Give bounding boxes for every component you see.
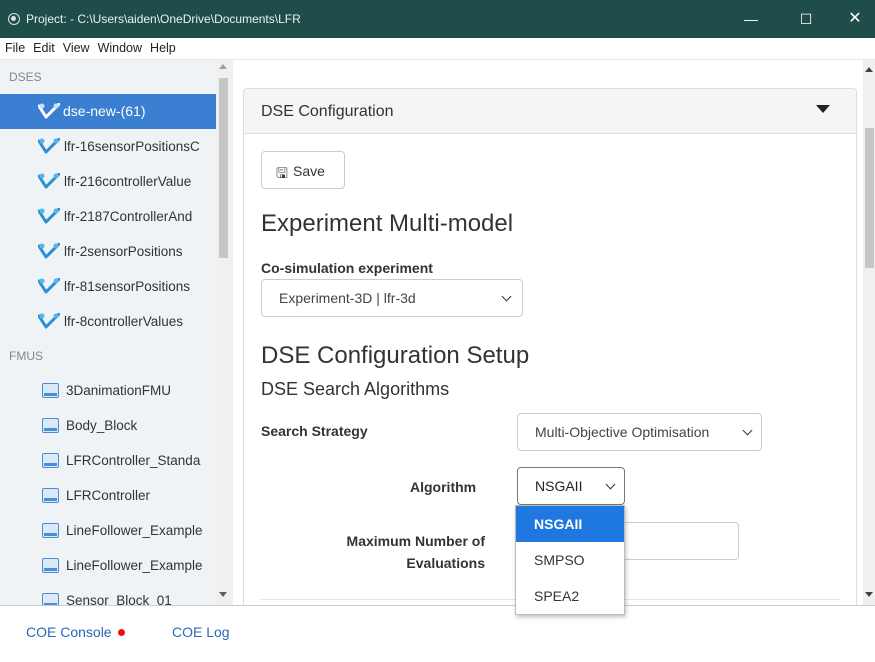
scroll-down-arrow-icon[interactable]	[219, 592, 227, 597]
panel-title: DSE Configuration	[261, 103, 394, 120]
scroll-up-arrow-icon[interactable]	[219, 64, 227, 69]
algorithm-option[interactable]: SPEA2	[516, 578, 624, 614]
coe-console-tab[interactable]: COE Console	[26, 624, 125, 640]
sidebar-item-label: lfr-216controllerValue	[64, 174, 192, 189]
search-strategy-value: Multi-Objective Optimisation	[535, 424, 710, 440]
dse-icon	[38, 173, 60, 189]
algorithm-value: NSGAII	[535, 478, 583, 494]
algorithm-option[interactable]: SMPSO	[516, 542, 624, 578]
dse-icon	[38, 278, 60, 294]
menu-window[interactable]: Window	[93, 38, 145, 55]
fmu-file-icon	[42, 523, 59, 538]
search-algorithms-heading: DSE Search Algorithms	[261, 379, 450, 399]
collapse-caret-icon[interactable]	[816, 105, 830, 113]
max-evaluations-label-line1: Maximum Number of	[346, 533, 485, 549]
sidebar-item-label: LFRController_Standa	[66, 453, 201, 468]
sidebar-fmu-item[interactable]: 3DanimationFMU	[0, 373, 216, 408]
scroll-up-arrow-icon[interactable]	[865, 67, 873, 72]
menu-view[interactable]: View	[58, 38, 93, 55]
sidebar-fmu-item[interactable]: Body_Block	[0, 408, 216, 443]
close-button[interactable]: ✕	[832, 0, 875, 38]
cosim-experiment-select[interactable]: Experiment-3D | lfr-3d	[261, 279, 523, 317]
max-evaluations-label: Maximum Number of Evaluations	[330, 530, 485, 574]
chevron-down-icon	[605, 479, 616, 490]
sidebar-scroll-thumb[interactable]	[219, 78, 228, 258]
max-evaluations-label-line2: Evaluations	[406, 555, 485, 571]
sidebar-item-label: 3DanimationFMU	[66, 383, 172, 398]
sidebar-item-label: LineFollower_Example	[66, 523, 203, 538]
search-strategy-select[interactable]: Multi-Objective Optimisation	[517, 413, 762, 451]
dse-icon	[38, 313, 60, 329]
cosim-experiment-value: Experiment-3D | lfr-3d	[279, 290, 416, 306]
setup-heading: DSE Configuration Setup	[261, 342, 530, 369]
experiment-heading: Experiment Multi-model	[261, 210, 514, 237]
window-title: Project: - C:\Users\aiden\OneDrive\Docum…	[26, 12, 301, 26]
fmu-file-icon	[42, 418, 59, 433]
cosim-label: Co-simulation experiment	[261, 260, 433, 276]
title-bar: Project: - C:\Users\aiden\OneDrive\Docum…	[0, 0, 875, 38]
save-button[interactable]: 🖫 Save	[261, 151, 345, 189]
sidebar-dse-item[interactable]: lfr-2187ControllerAnd	[0, 199, 216, 234]
fmu-file-icon	[42, 558, 59, 573]
app-icon	[8, 13, 20, 25]
save-icon: 🖫	[276, 165, 288, 181]
project-sidebar: DSES dse-new-(61) lfr-16sensorPositionsC l…	[0, 60, 233, 605]
dse-icon	[38, 243, 60, 259]
sidebar-dse-item[interactable]: dse-new-(61)	[0, 94, 216, 129]
minimize-button[interactable]: —	[728, 0, 774, 38]
sidebar-fmu-item[interactable]: LineFollower_Example	[0, 548, 216, 583]
sidebar-item-label: Sensor_Block_01	[66, 593, 172, 605]
sidebar-fmu-item[interactable]: LFRController_Standa	[0, 443, 216, 478]
fmu-file-icon	[42, 453, 59, 468]
panel-header[interactable]: DSE Configuration	[244, 89, 856, 134]
search-strategy-label: Search Strategy	[261, 423, 368, 439]
sidebar-fmu-item[interactable]: LFRController	[0, 478, 216, 513]
dse-icon	[38, 138, 60, 154]
dse-icon	[38, 208, 60, 224]
chevron-down-icon	[742, 425, 753, 436]
sidebar-fmu-item[interactable]: Sensor_Block_01	[0, 583, 216, 605]
scroll-down-arrow-icon[interactable]	[865, 592, 873, 597]
fmu-list: 3DanimationFMU Body_Block LFRController_St…	[0, 373, 233, 605]
maximize-button[interactable]: ☐	[783, 0, 829, 38]
fmu-file-icon	[42, 383, 59, 398]
sidebar-item-label: lfr-16sensorPositionsC	[64, 139, 200, 154]
sidebar-item-label: Body_Block	[66, 418, 138, 433]
main-scroll-thumb[interactable]	[865, 128, 874, 268]
sidebar-dse-item[interactable]: lfr-81sensorPositions	[0, 269, 216, 304]
bottom-bar: COE Console COE Log	[0, 605, 875, 662]
status-dot-icon	[117, 629, 125, 636]
sidebar-section-dses: DSES	[9, 70, 42, 84]
sidebar-item-label: LFRController	[66, 488, 151, 503]
menu-help[interactable]: Help	[145, 38, 179, 55]
menu-edit[interactable]: Edit	[28, 38, 58, 55]
algorithm-select[interactable]: NSGAII	[517, 467, 625, 505]
coe-log-tab[interactable]: COE Log	[172, 624, 230, 640]
dse-list: dse-new-(61) lfr-16sensorPositionsC lfr-21…	[0, 94, 233, 339]
sidebar-dse-item[interactable]: lfr-2sensorPositions	[0, 234, 216, 269]
coe-console-label: COE Console	[26, 624, 112, 640]
chevron-down-icon	[501, 291, 512, 302]
sidebar-scrollbar[interactable]	[216, 60, 231, 605]
algorithm-dropdown-list: NSGAII SMPSO SPEA2	[515, 505, 625, 615]
main-scrollbar[interactable]	[863, 60, 875, 605]
sidebar-fmu-item[interactable]: LineFollower_Example	[0, 513, 216, 548]
sidebar-dse-item[interactable]: lfr-16sensorPositionsC	[0, 129, 216, 164]
save-label: Save	[293, 163, 325, 179]
sidebar-section-fmus: FMUS	[9, 349, 43, 363]
fmu-file-icon	[42, 488, 59, 503]
sidebar-item-label: LineFollower_Example	[66, 558, 203, 573]
dse-icon	[38, 103, 60, 119]
sidebar-item-label: lfr-2187ControllerAnd	[64, 209, 193, 224]
sidebar-item-label: lfr-81sensorPositions	[64, 279, 191, 294]
sidebar-dse-item[interactable]: lfr-216controllerValue	[0, 164, 216, 199]
fmu-file-icon	[42, 593, 59, 605]
algorithm-option[interactable]: NSGAII	[516, 506, 624, 542]
algorithm-label: Algorithm	[410, 479, 477, 495]
menu-file[interactable]: File	[0, 38, 28, 55]
sidebar-dse-item[interactable]: lfr-8controllerValues	[0, 304, 216, 339]
menu-bar: File Edit View Window Help	[0, 38, 875, 60]
